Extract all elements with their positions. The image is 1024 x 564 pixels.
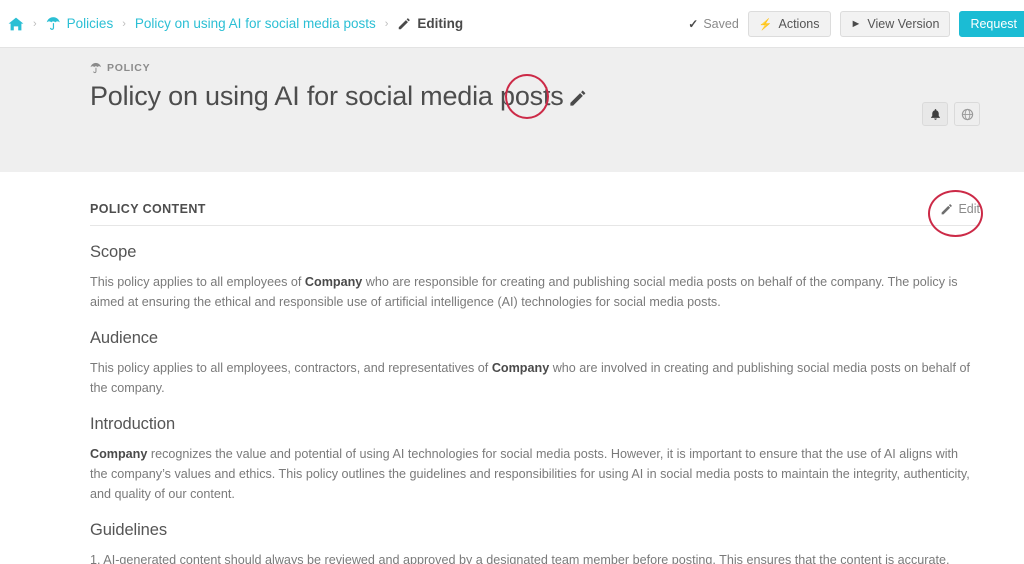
breadcrumb-label: Editing [417, 16, 464, 31]
umbrella-icon [90, 62, 102, 74]
title-edit-pencil-icon[interactable] [568, 89, 587, 108]
breadcrumb-label: Policies [66, 16, 114, 31]
section-heading: Guidelines [90, 521, 167, 539]
actions-button[interactable]: ⚡ Actions [747, 11, 831, 37]
breadcrumb: › Policies › Policy on using AI for soci… [0, 0, 463, 47]
policy-kicker: POLICY [90, 62, 1024, 74]
section-heading: Scope [90, 243, 137, 261]
caret-right-icon: ► [850, 18, 862, 30]
section-heading: Introduction [90, 415, 176, 433]
pencil-icon [397, 17, 411, 31]
emphasis-term: Company [491, 361, 550, 375]
pencil-icon [940, 203, 953, 216]
breadcrumb-item-home[interactable] [8, 16, 24, 32]
bell-icon[interactable] [922, 102, 948, 126]
policy-content-area: POLICY CONTENT Edit Scope This policy app… [0, 172, 1024, 564]
section-heading: Audience [90, 329, 159, 347]
globe-icon[interactable] [954, 102, 980, 126]
policy-content-header: POLICY CONTENT Edit [90, 202, 980, 226]
policy-content-title: POLICY CONTENT [90, 202, 206, 216]
title-row: Policy on using AI for social media post… [90, 80, 1024, 112]
banner-icon-buttons [922, 102, 980, 126]
home-icon [8, 16, 24, 32]
view-version-label: View Version [867, 17, 940, 31]
policy-header-banner: POLICY Policy on using AI for social med… [0, 48, 1024, 172]
breadcrumb-item-policies[interactable]: Policies [46, 16, 114, 31]
saved-status: ✓ Saved [688, 17, 739, 31]
request-button[interactable]: Request [959, 11, 1024, 37]
section-paragraph: Company recognizes the value and potenti… [90, 447, 970, 501]
edit-label: Edit [958, 202, 980, 216]
policy-sections: Scope This policy applies to all employee… [90, 243, 980, 564]
view-version-button[interactable]: ► View Version [839, 11, 951, 37]
bolt-icon: ⚡ [758, 18, 773, 31]
section-paragraph: 1. AI-generated content should always be… [90, 553, 950, 564]
saved-label: Saved [703, 17, 739, 31]
breadcrumb-item-policy-title[interactable]: Policy on using AI for social media post… [135, 16, 376, 31]
check-icon: ✓ [688, 17, 699, 31]
emphasis-term: Company [304, 275, 363, 289]
top-actions: ✓ Saved ⚡ Actions ► View Version Request [688, 0, 1024, 48]
section-paragraph: This policy applies to all employees, co… [90, 361, 970, 395]
emphasis-term: Company [90, 447, 148, 461]
actions-label: Actions [778, 17, 820, 31]
breadcrumb-label: Policy on using AI for social media post… [134, 16, 376, 31]
top-bar: › Policies › Policy on using AI for soci… [0, 0, 1024, 48]
breadcrumb-item-editing: Editing [397, 16, 463, 31]
request-label: Request [970, 17, 1017, 31]
breadcrumb-separator: › [33, 17, 37, 30]
breadcrumb-separator: › [384, 17, 389, 30]
page-title: Policy on using AI for social media post… [90, 81, 564, 111]
breadcrumb-separator: › [122, 17, 126, 30]
edit-content-link[interactable]: Edit [940, 202, 980, 216]
umbrella-icon [46, 16, 61, 31]
section-paragraph: This policy applies to all employees of … [90, 275, 958, 309]
policy-kicker-label: POLICY [107, 62, 151, 74]
